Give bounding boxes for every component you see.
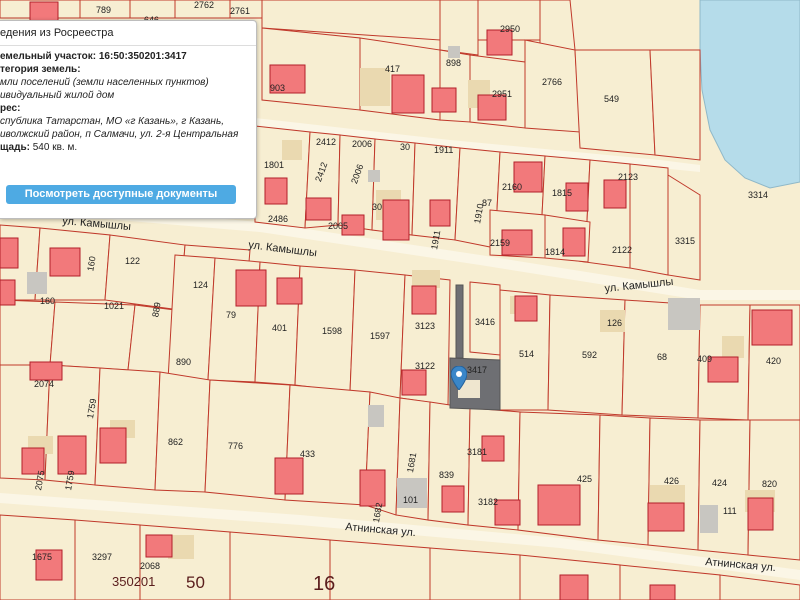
plot-number: 111 [723, 506, 737, 516]
plot-number: 124 [193, 280, 208, 290]
plot-number: 820 [762, 479, 777, 489]
plot-number: 30 [400, 142, 410, 152]
selected-parcel-strip[interactable] [455, 284, 464, 359]
plot-number: 549 [604, 94, 619, 104]
plot-number: 2761 [230, 6, 250, 16]
plot-number: 101 [403, 495, 418, 505]
address-line-2: иволжский район, п Салмачи, ул. 2-я Цент… [0, 129, 239, 140]
plot-number: 126 [607, 318, 622, 328]
block-label: 16 [313, 573, 335, 595]
plot-number: 3297 [92, 552, 112, 562]
usage-value: ивидуальный жилой дом [0, 90, 115, 101]
cadastral-label: емельный участок: [0, 51, 97, 62]
plot-number: 3416 [475, 317, 495, 327]
street-label: ул. Камышлы [248, 239, 318, 259]
plot-number: 420 [766, 356, 781, 366]
plot-number: 79 [226, 310, 236, 320]
plot-number: 30 [372, 202, 382, 212]
plot-number: 776 [228, 441, 243, 451]
plot-number: 2766 [542, 77, 562, 87]
plot-number: 433 [300, 449, 315, 459]
plot-number: 2075 [33, 470, 46, 491]
plot-number: 1597 [370, 331, 390, 341]
plot-number: 1021 [104, 301, 124, 311]
plot-number: 592 [582, 350, 597, 360]
plot-number: 3181 [467, 447, 487, 457]
plot-number: 2412 [316, 137, 336, 147]
plot-number: 1911 [434, 145, 453, 155]
view-documents-button[interactable]: Посмотреть доступные документы [6, 185, 236, 204]
plot-number: 903 [270, 83, 285, 93]
plot-number: 2159 [490, 238, 510, 248]
plot-number: 2950 [500, 24, 520, 34]
plot-number: 3314 [748, 190, 768, 200]
plot-number: 2068 [140, 561, 160, 571]
plot-number: 789 [96, 5, 111, 15]
plot-number: 898 [446, 58, 461, 68]
plot-number: 409 [697, 354, 712, 364]
plot-number: 1675 [32, 552, 52, 562]
plot-number: 1682 [371, 502, 384, 523]
plot-number: 3417 [467, 365, 487, 375]
plot-number: 1814 [545, 247, 565, 257]
plot-number: 890 [176, 357, 191, 367]
plot-number: 122 [125, 256, 140, 266]
plot-number: 68 [657, 352, 667, 362]
area-row: щадь: 540 кв. м. [0, 141, 256, 154]
area-label: щадь: [0, 142, 30, 153]
plot-number: 1759 [63, 470, 76, 491]
lake [699, 0, 800, 189]
plot-number: 424 [712, 478, 727, 488]
info-panel-body: емельный участок: 16:50:350201:3417 тего… [0, 46, 256, 154]
plot-number: 160 [40, 296, 55, 306]
plot-number: 1815 [552, 188, 572, 198]
plot-number: 401 [272, 323, 287, 333]
rosreestr-info-panel: едения из Росреестра емельный участок: 1… [0, 20, 257, 219]
category-label: тегория земель: [0, 64, 81, 75]
plot-number: 1598 [322, 326, 342, 336]
block-label: 350201 [112, 574, 155, 589]
block-label: 50 [186, 573, 205, 592]
plot-number: 2006 [352, 139, 372, 149]
cadastral-row: емельный участок: 16:50:350201:3417 [0, 50, 256, 63]
plot-number: 3123 [415, 321, 435, 331]
cadastral-number: 16:50:350201:3417 [98, 51, 187, 62]
plot-number: 2160 [502, 182, 522, 192]
plot-number: 839 [439, 470, 454, 480]
info-panel-title: едения из Росреестра [0, 21, 256, 46]
plot-number: 417 [385, 64, 400, 74]
plot-number: 2005 [328, 221, 348, 231]
location-pin-icon[interactable] [451, 366, 467, 390]
address-line-1: спублика Татарстан, МО «г Казань», г Каз… [0, 116, 224, 127]
plot-number: 3315 [675, 236, 695, 246]
plot-number: 2074 [34, 379, 54, 389]
plot-number: 3122 [415, 361, 435, 371]
plot-number: 426 [664, 476, 679, 486]
plot-number: 2123 [618, 172, 638, 182]
plot-number: 425 [577, 474, 592, 484]
plot-number: 2122 [612, 245, 632, 255]
plot-number: 2951 [492, 89, 512, 99]
plot-number: 514 [519, 349, 534, 359]
address-label: рес: [0, 103, 21, 114]
category-value: мли поселений (земли населенных пунктов) [0, 77, 209, 88]
plot-number: 2762 [194, 0, 214, 10]
plot-number: 1911 [429, 230, 442, 251]
plot-number: 2486 [268, 214, 288, 224]
plot-number: 3182 [478, 497, 498, 507]
plot-number: 1801 [264, 160, 284, 170]
area-value: 540 кв. м. [32, 142, 78, 153]
plot-number: 862 [168, 437, 183, 447]
